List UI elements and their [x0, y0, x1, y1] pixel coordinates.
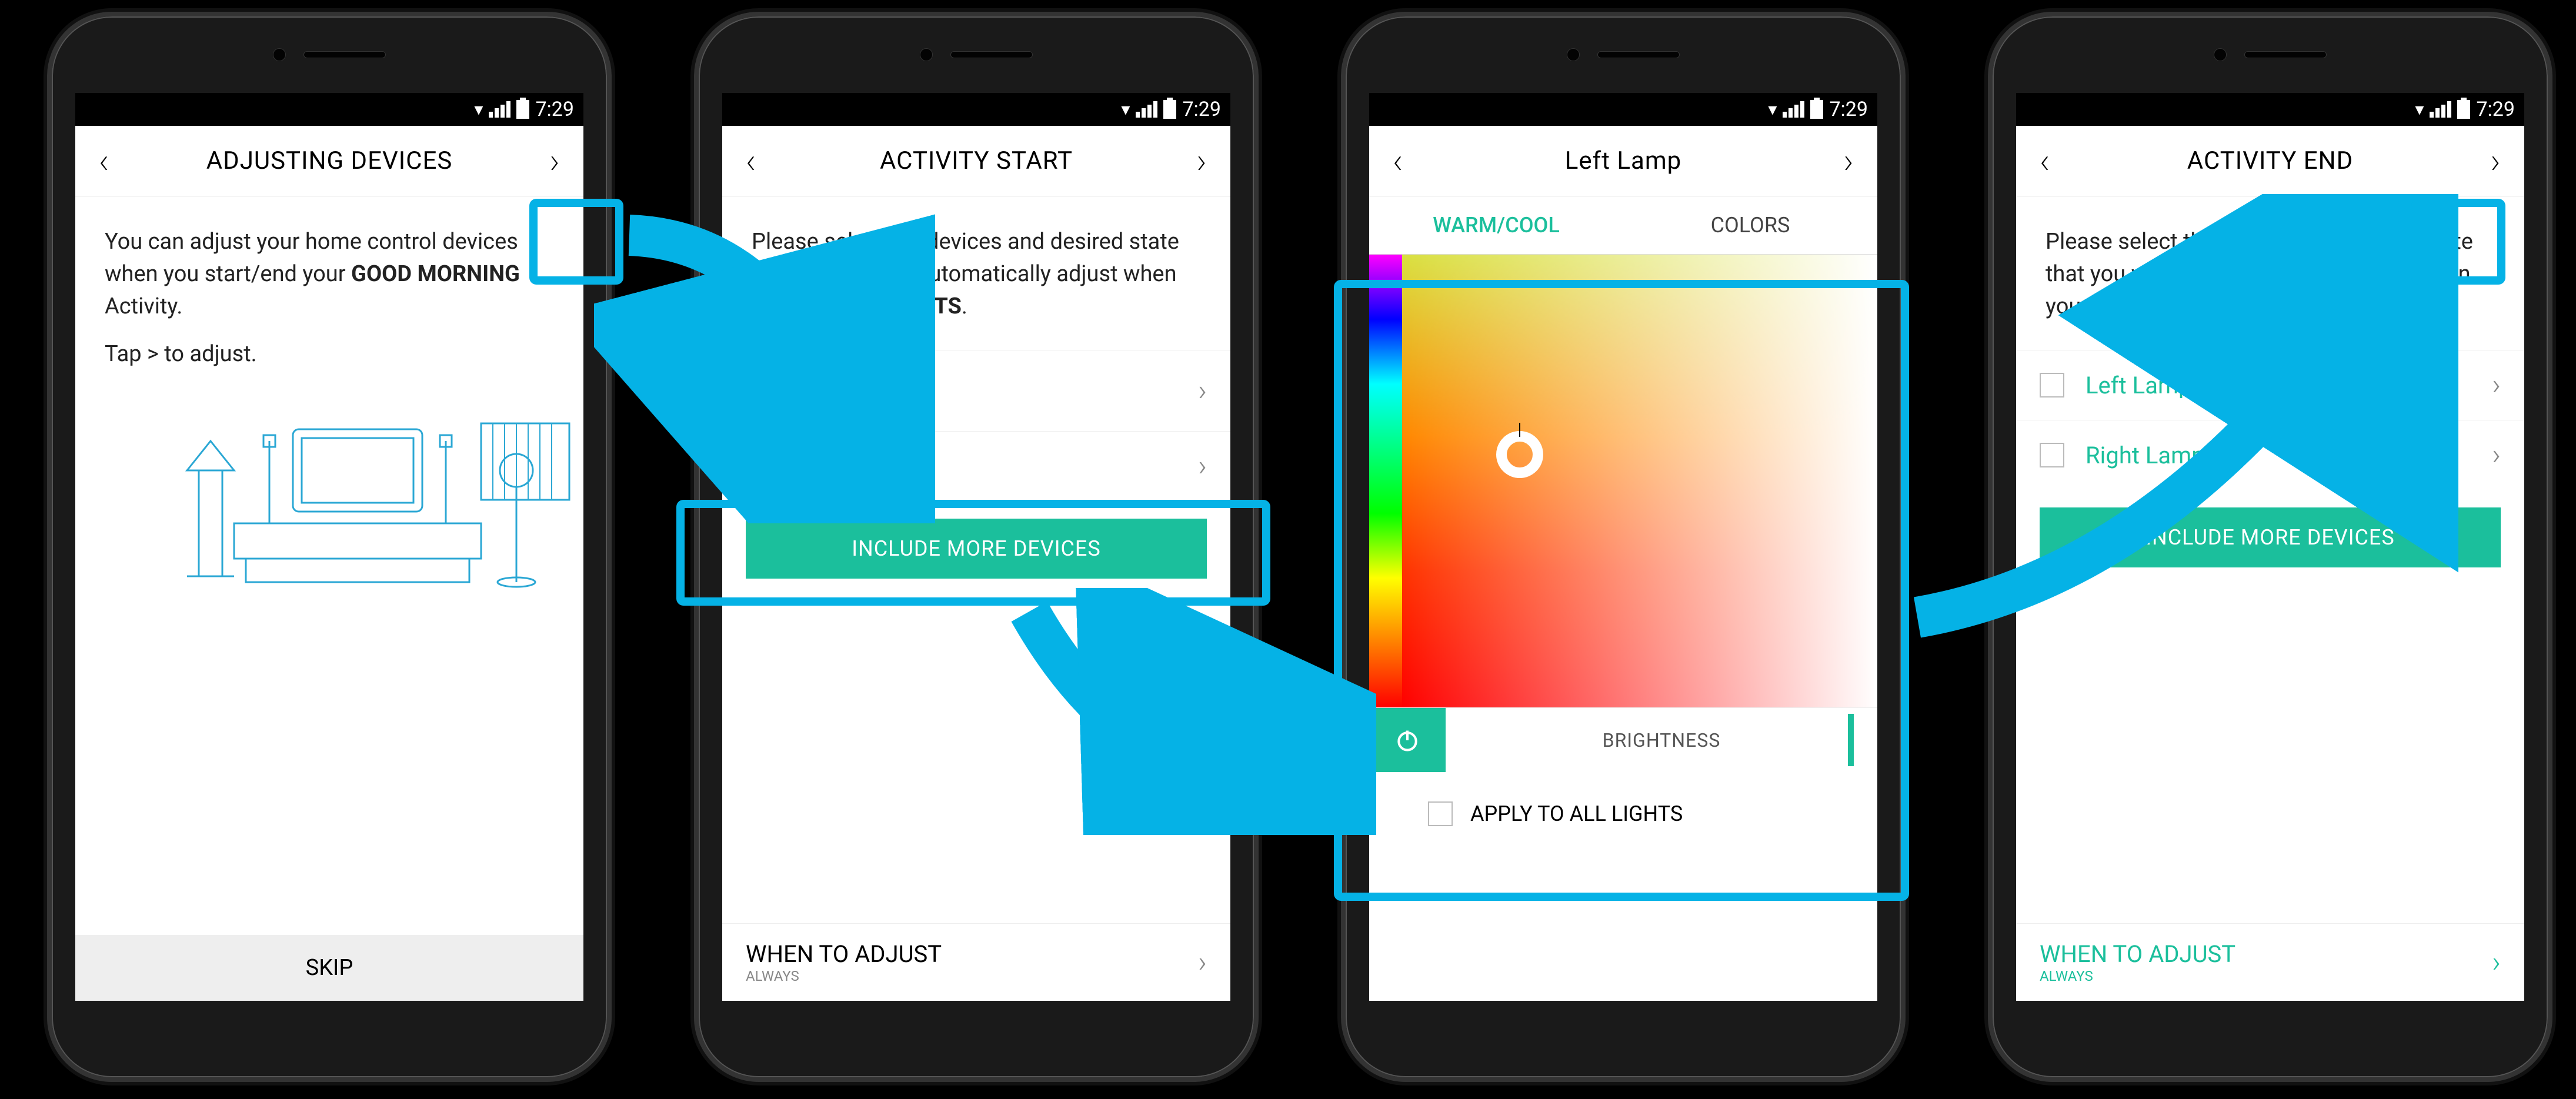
page-title: ACTIVITY START [880, 146, 1073, 175]
signal-icon [1783, 101, 1804, 118]
checkbox[interactable] [2040, 443, 2064, 467]
back-button[interactable]: ‹ [93, 140, 115, 182]
section-label: WHEN TO ADJUST [746, 940, 942, 968]
device-left-lamp[interactable]: Left Lamp › [2016, 350, 2524, 420]
device-name: Right Lamp [2086, 442, 2205, 469]
signal-icon [1136, 101, 1157, 118]
status-time: 7:29 [535, 98, 574, 121]
skip-button[interactable]: SKIP [75, 935, 583, 1001]
chevron-right-icon: › [2492, 438, 2501, 472]
signal-icon [2430, 101, 2451, 118]
checkbox[interactable] [746, 379, 770, 403]
back-button[interactable]: ‹ [740, 140, 762, 182]
battery-icon [2457, 100, 2470, 119]
apply-all-label: APPLY TO ALL LIGHTS [1470, 801, 1683, 826]
status-bar: ▾ 7:29 [2016, 93, 2524, 126]
header: ‹ ACTIVITY END › [2016, 126, 2524, 196]
status-bar: ▾ 7:29 [722, 93, 1230, 126]
header: ‹ ADJUSTING DEVICES › [75, 126, 583, 196]
device-state: ON - 80% [792, 396, 898, 413]
phone-3: ▾ 7:29 ‹ Left Lamp › WARM/COOL COLORS BR… [1341, 12, 1906, 1082]
next-button[interactable]: › [1190, 140, 1213, 182]
next-button[interactable]: › [2484, 140, 2507, 182]
color-cursor[interactable] [1496, 431, 1543, 478]
chevron-right-icon: › [2492, 368, 2501, 402]
status-time: 7:29 [1829, 98, 1868, 121]
battery-icon [1810, 100, 1823, 119]
when-to-adjust[interactable]: WHEN TO ADJUST ALWAYS › [722, 923, 1230, 1001]
when-to-adjust[interactable]: WHEN TO ADJUST ALWAYS › [2016, 923, 2524, 1001]
status-time: 7:29 [2476, 98, 2515, 121]
checkbox[interactable] [2040, 373, 2064, 397]
brightness-label: BRIGHTNESS [1603, 729, 1721, 751]
include-more-button[interactable]: INCLUDE MORE DEVICES [2040, 507, 2501, 567]
page-title: ADJUSTING DEVICES [206, 146, 453, 175]
intro-text: Please select the devices and desired st… [2016, 196, 2524, 350]
status-bar: ▾ 7:29 [1369, 93, 1877, 126]
tab-warm-cool[interactable]: WARM/COOL [1369, 196, 1623, 254]
color-picker[interactable] [1369, 255, 1877, 707]
page-title: Left Lamp [1565, 146, 1682, 175]
apply-all-row[interactable]: APPLY TO ALL LIGHTS [1369, 784, 1877, 844]
device-right-lamp[interactable]: Right Lamp › [722, 431, 1230, 501]
device-name: Left Lamp [792, 368, 898, 396]
device-name: Right Lamp [792, 453, 911, 480]
hue-bar[interactable] [1369, 255, 1402, 707]
chevron-right-icon: › [1198, 374, 1207, 408]
page-title: ACTIVITY END [2187, 146, 2353, 175]
device-name: Left Lamp [2086, 372, 2192, 399]
header: ‹ Left Lamp › [1369, 126, 1877, 196]
checkbox[interactable] [746, 454, 770, 479]
next-button[interactable]: › [1837, 140, 1860, 182]
home-illustration [116, 406, 542, 603]
wifi-icon: ▾ [474, 99, 483, 120]
signal-icon [489, 101, 510, 118]
power-button[interactable] [1369, 708, 1446, 772]
intro-text: You can adjust your home control devices… [75, 196, 583, 603]
saturation-value-area[interactable] [1402, 255, 1877, 707]
wifi-icon: ▾ [1121, 99, 1130, 120]
status-time: 7:29 [1182, 98, 1221, 121]
back-button[interactable]: ‹ [1387, 140, 1409, 182]
include-more-button[interactable]: INCLUDE MORE DEVICES [746, 519, 1207, 579]
chevron-right-icon: › [2492, 946, 2501, 980]
battery-icon [516, 100, 529, 119]
intro-text: Please select the devices and desired st… [722, 196, 1230, 350]
brightness-handle[interactable] [1848, 714, 1854, 766]
section-sub: ALWAYS [746, 968, 942, 984]
section-sub: ALWAYS [2040, 968, 2235, 984]
wifi-icon: ▾ [1768, 99, 1777, 120]
checkbox[interactable] [1428, 801, 1453, 826]
chevron-right-icon: › [1198, 449, 1207, 483]
device-right-lamp[interactable]: Right Lamp › [2016, 420, 2524, 490]
header: ‹ ACTIVITY START › [722, 126, 1230, 196]
wifi-icon: ▾ [2415, 99, 2424, 120]
phone-2: ▾ 7:29 ‹ ACTIVITY START › Please select … [694, 12, 1259, 1082]
status-bar: ▾ 7:29 [75, 93, 583, 126]
tab-colors[interactable]: COLORS [1623, 196, 1877, 254]
section-label: WHEN TO ADJUST [2040, 940, 2235, 968]
brightness-slider[interactable]: BRIGHTNESS [1446, 708, 1877, 772]
phone-1: ▾ 7:29 ‹ ADJUSTING DEVICES › You can adj… [47, 12, 612, 1082]
chevron-right-icon: › [1198, 946, 1207, 980]
phone-4: ▾ 7:29 ‹ ACTIVITY END › Please select th… [1988, 12, 2552, 1082]
back-button[interactable]: ‹ [2034, 140, 2056, 182]
next-button[interactable]: › [543, 140, 566, 182]
color-mode-tabs: WARM/COOL COLORS [1369, 196, 1877, 255]
battery-icon [1163, 100, 1176, 119]
device-left-lamp[interactable]: Left Lamp ON - 80% › [722, 350, 1230, 431]
